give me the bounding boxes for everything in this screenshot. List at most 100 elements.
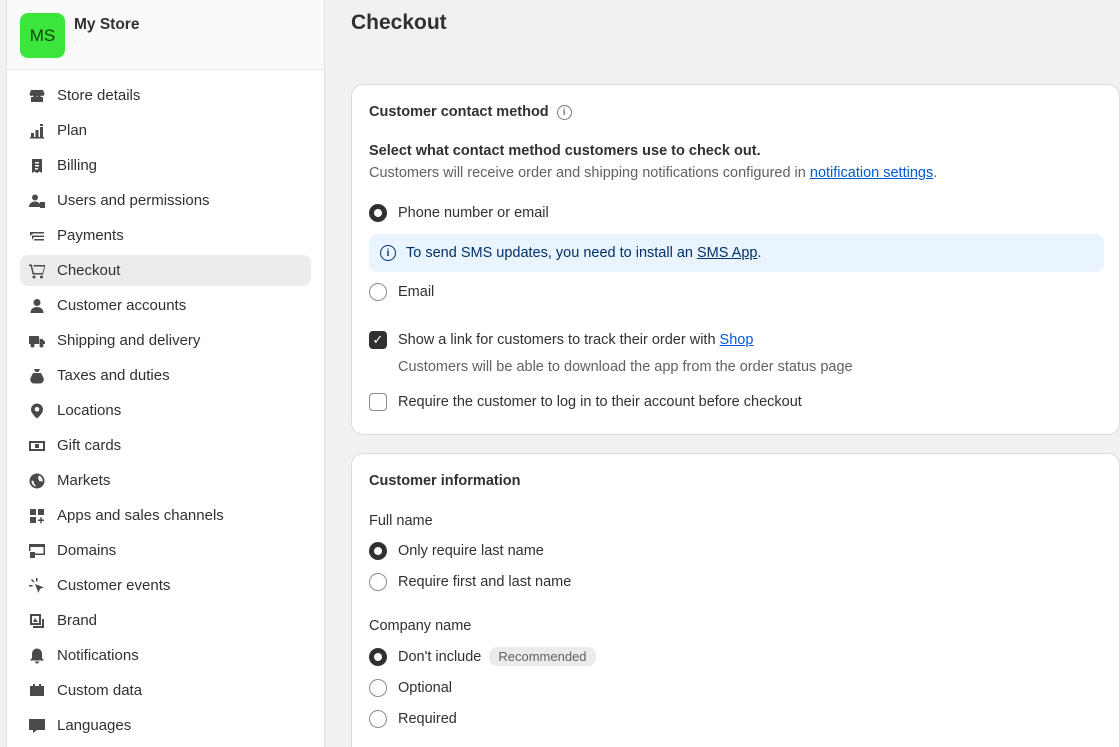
languages-icon <box>28 717 46 735</box>
sidebar-item-locations[interactable]: Locations <box>20 395 311 426</box>
sidebar-item-taxes[interactable]: Taxes and duties <box>20 360 311 391</box>
sidebar-item-label: Users and permissions <box>57 192 210 209</box>
sms-app-link[interactable]: SMS App <box>697 245 757 261</box>
gift-card-icon <box>28 437 46 455</box>
person-icon <box>28 297 46 315</box>
store-icon <box>28 87 46 105</box>
cart-icon <box>28 262 46 280</box>
sidebar-item-languages[interactable]: Languages <box>20 710 311 741</box>
track-order-checkbox-row[interactable]: ✓ Show a link for customers to track the… <box>369 331 753 349</box>
sidebar-item-label: Brand <box>57 612 98 629</box>
radio-label: Don't include <box>398 648 482 665</box>
sidebar-item-brand[interactable]: Brand <box>20 605 311 636</box>
sidebar-item-label: Customer events <box>57 577 171 594</box>
sidebar-item-billing[interactable]: Billing <box>20 150 311 181</box>
radio-email[interactable]: Email <box>369 283 434 301</box>
sidebar-item-label: Billing <box>57 157 98 174</box>
full-name-label: Full name <box>369 513 433 529</box>
radio-only-last-name[interactable]: Only require last name <box>369 542 544 560</box>
description-suffix: . <box>933 165 938 181</box>
sidebar-item-label: Notifications <box>57 647 139 664</box>
radio-button[interactable] <box>369 647 387 666</box>
sidebar-item-label: Languages <box>57 717 132 734</box>
apps-icon <box>28 507 46 525</box>
banner-suffix: . <box>757 245 762 261</box>
sms-info-banner: i To send SMS updates, you need to insta… <box>369 234 1104 272</box>
sidebar-item-label: Customer accounts <box>57 297 187 314</box>
radio-dont-include[interactable]: Don't include Recommended <box>369 647 596 666</box>
banner-prefix: To send SMS updates, you need to install… <box>406 245 697 261</box>
sidebar-item-label: Checkout <box>57 262 121 279</box>
tax-icon <box>28 367 46 385</box>
radio-button[interactable] <box>369 204 387 222</box>
sidebar-item-shipping[interactable]: Shipping and delivery <box>20 325 311 356</box>
recommended-badge: Recommended <box>489 647 596 666</box>
radio-label: Required <box>398 711 457 727</box>
require-login-checkbox-row[interactable]: Require the customer to log in to their … <box>369 393 802 411</box>
sidebar-item-users[interactable]: Users and permissions <box>20 185 311 216</box>
sidebar-item-label: Store details <box>57 87 141 104</box>
radio-phone-or-email[interactable]: Phone number or email <box>369 204 549 222</box>
contact-method-heading: Customer contact method i <box>369 104 572 120</box>
shop-link[interactable]: Shop <box>720 332 754 348</box>
sidebar-item-custom-data[interactable]: Custom data <box>20 675 311 706</box>
sidebar-item-notifications[interactable]: Notifications <box>20 640 311 671</box>
sidebar-item-customer-events[interactable]: Customer events <box>20 570 311 601</box>
radio-label: Require first and last name <box>398 574 572 590</box>
sidebar-item-customer-accounts[interactable]: Customer accounts <box>20 290 311 321</box>
store-header[interactable]: MS My Store . <box>7 0 324 70</box>
checkbox-checked[interactable]: ✓ <box>369 331 387 349</box>
sidebar-item-label: Plan <box>57 122 88 139</box>
sidebar-item-gift-cards[interactable]: Gift cards <box>20 430 311 461</box>
globe-icon <box>28 472 46 490</box>
customer-information-card: Customer information Full name Only requ… <box>351 453 1120 747</box>
sidebar-item-label: Locations <box>57 402 122 419</box>
contact-method-title: Customer contact method <box>369 104 549 120</box>
radio-button[interactable] <box>369 542 387 560</box>
radio-label: Only require last name <box>398 543 544 559</box>
sidebar-item-markets[interactable]: Markets <box>20 465 311 496</box>
sidebar-item-label: Payments <box>57 227 124 244</box>
company-name-label: Company name <box>369 618 472 634</box>
description-prefix: Customers will receive order and shippin… <box>369 165 810 181</box>
radio-optional[interactable]: Optional <box>369 679 452 697</box>
sidebar-item-plan[interactable]: Plan <box>20 115 311 146</box>
radio-button[interactable] <box>369 679 387 697</box>
sidebar-item-label: Gift cards <box>57 437 122 454</box>
page-title: Checkout <box>351 11 447 34</box>
settings-nav: Store details Plan Billing Users and per… <box>7 70 324 741</box>
store-name: My Store <box>74 16 140 33</box>
location-icon <box>28 402 46 420</box>
sidebar-item-label: Apps and sales channels <box>57 507 224 524</box>
users-icon <box>28 192 46 210</box>
radio-button[interactable] <box>369 283 387 301</box>
sidebar-item-domains[interactable]: Domains <box>20 535 311 566</box>
track-label-prefix: Show a link for customers to track their… <box>398 332 720 348</box>
checkbox-label: Require the customer to log in to their … <box>398 394 802 410</box>
sidebar-item-label: Shipping and delivery <box>57 332 201 349</box>
sidebar-item-store-details[interactable]: Store details <box>20 80 311 111</box>
track-order-help: Customers will be able to download the a… <box>398 359 853 375</box>
notification-settings-link[interactable]: notification settings <box>810 165 933 181</box>
store-subtitle: . <box>74 35 77 44</box>
checkbox-unchecked[interactable] <box>369 393 387 411</box>
sidebar-item-payments[interactable]: Payments <box>20 220 311 251</box>
sidebar-item-apps[interactable]: Apps and sales channels <box>20 500 311 531</box>
sidebar-item-label: Custom data <box>57 682 143 699</box>
radio-first-and-last-name[interactable]: Require first and last name <box>369 573 571 591</box>
bell-icon <box>28 647 46 665</box>
customer-information-title: Customer information <box>369 473 521 489</box>
radio-button[interactable] <box>369 573 387 591</box>
radio-button[interactable] <box>369 710 387 728</box>
info-icon[interactable]: i <box>556 104 572 120</box>
radio-required[interactable]: Required <box>369 710 457 728</box>
settings-sidebar: MS My Store . Store details Plan Billing… <box>6 0 325 747</box>
sidebar-item-checkout[interactable]: Checkout <box>20 255 311 286</box>
checkbox-label: Show a link for customers to track their… <box>398 332 753 348</box>
sidebar-item-label: Markets <box>57 472 111 489</box>
radio-label: Optional <box>398 680 453 696</box>
sidebar-item-label: Taxes and duties <box>57 367 170 384</box>
contact-method-card: Customer contact method i Select what co… <box>351 84 1120 435</box>
custom-data-icon <box>28 682 46 700</box>
banner-text: To send SMS updates, you need to install… <box>406 245 761 261</box>
